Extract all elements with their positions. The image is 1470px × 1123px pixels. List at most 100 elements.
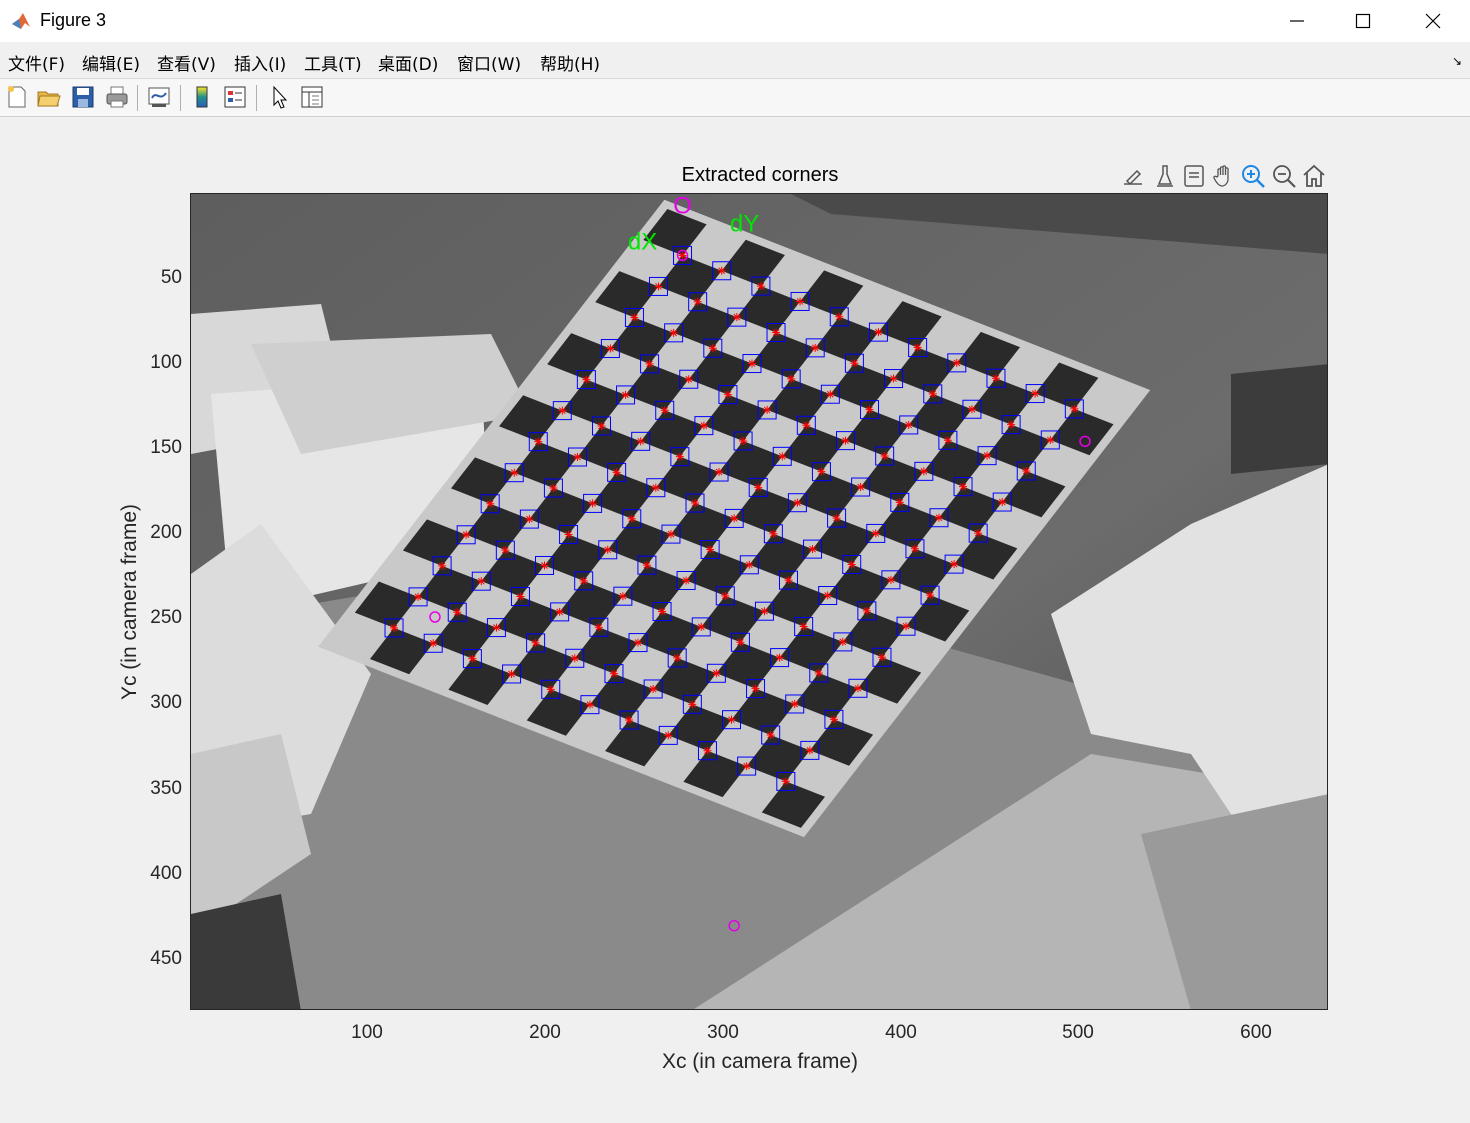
legend-icon[interactable] (222, 84, 248, 110)
corner-marker (814, 668, 823, 677)
menu-tools[interactable]: 工具(T) (304, 50, 362, 75)
corner-marker (808, 545, 817, 554)
corner-marker (736, 638, 745, 647)
corner-marker (570, 654, 579, 663)
corner-marker (862, 606, 871, 615)
corner-marker (766, 731, 775, 740)
xtick-label: 300 (707, 1022, 739, 1043)
corner-marker (723, 390, 732, 399)
corner-marker (492, 623, 501, 632)
restore-view-icon[interactable] (1181, 162, 1207, 190)
corner-marker (754, 483, 763, 492)
property-inspector-icon[interactable] (299, 84, 325, 110)
corner-marker (877, 653, 886, 662)
corner-marker (468, 654, 477, 663)
corner-marker (585, 700, 594, 709)
edit-pointer-icon[interactable] (266, 84, 292, 110)
corner-marker (429, 639, 438, 648)
corner-marker (775, 653, 784, 662)
corner-marker (880, 451, 889, 460)
minimize-button[interactable] (1262, 0, 1332, 42)
corner-marker (742, 762, 751, 771)
corner-marker (1007, 420, 1016, 429)
dock-arrow-icon[interactable]: ↘ (1452, 54, 1462, 68)
corner-marker (784, 576, 793, 585)
corner-marker (745, 560, 754, 569)
corner-marker (693, 297, 702, 306)
menu-file[interactable]: 文件(F) (8, 50, 65, 75)
corner-marker (715, 468, 724, 477)
corner-marker (850, 359, 859, 368)
zoom-out-icon[interactable] (1271, 162, 1297, 190)
corner-marker (919, 467, 928, 476)
ytick-label: 100 (150, 352, 182, 373)
corner-marker (910, 544, 919, 553)
print-icon[interactable] (104, 84, 130, 110)
close-button[interactable] (1398, 0, 1468, 42)
corner-marker (658, 607, 667, 616)
menu-insert[interactable]: 插入(I) (234, 50, 286, 75)
menu-desktop[interactable]: 桌面(D) (378, 50, 438, 75)
corner-marker (453, 608, 462, 617)
corner-marker (645, 359, 654, 368)
ytick-label: 400 (150, 863, 182, 884)
menu-help[interactable]: 帮助(H) (540, 50, 600, 75)
corner-marker (609, 669, 618, 678)
corner-marker (943, 436, 952, 445)
corner-marker (802, 421, 811, 430)
colorbar-icon[interactable] (189, 84, 215, 110)
corner-marker (772, 328, 781, 337)
corner-marker (838, 637, 847, 646)
corner-marker (618, 592, 627, 601)
corner-marker (811, 343, 820, 352)
corner-marker (664, 731, 673, 740)
corner-marker (612, 468, 621, 477)
corner-marker (787, 374, 796, 383)
corner-marker (926, 591, 935, 600)
xtick-label: 200 (529, 1022, 561, 1043)
menu-window[interactable]: 窗口(W) (457, 50, 521, 75)
zoom-in-icon[interactable] (1240, 162, 1266, 190)
corner-marker (769, 529, 778, 538)
corner-marker (603, 545, 612, 554)
menu-view[interactable]: 查看(V) (157, 50, 216, 75)
corner-marker (730, 514, 739, 523)
open-icon[interactable] (36, 84, 62, 110)
close-icon (1425, 13, 1441, 29)
corner-marker (823, 591, 832, 600)
corner-marker (889, 374, 898, 383)
corner-marker (727, 715, 736, 724)
minimize-icon (1290, 20, 1304, 22)
corner-marker (1046, 435, 1055, 444)
corner-marker (564, 530, 573, 539)
corner-marker (555, 607, 564, 616)
corner-marker (747, 359, 756, 368)
new-figure-icon[interactable] (4, 84, 30, 110)
corner-marker (684, 375, 693, 384)
corner-marker (531, 638, 540, 647)
brush-icon[interactable] (1120, 162, 1146, 190)
corner-marker (682, 576, 691, 585)
home-icon[interactable] (1301, 162, 1327, 190)
corner-marker (688, 700, 697, 709)
menu-bar: 文件(F) 编辑(E) 查看(V) 插入(I) 工具(T) 桌面(D) 窗口(W… (0, 42, 1470, 79)
data-cursor-icon[interactable] (1151, 162, 1177, 190)
maximize-button[interactable] (1328, 0, 1398, 42)
corner-marker (390, 623, 399, 632)
corner-marker (708, 344, 717, 353)
link-plot-icon[interactable] (146, 84, 172, 110)
corner-marker (462, 530, 471, 539)
corner-marker (928, 389, 937, 398)
pan-icon[interactable] (1211, 162, 1237, 190)
corner-marker (573, 453, 582, 462)
corner-marker (751, 684, 760, 693)
y-axis-label: Yc (in camera frame) (118, 503, 141, 701)
corner-marker (717, 266, 726, 275)
save-icon[interactable] (70, 84, 96, 110)
corner-marker (856, 483, 865, 492)
corner-marker (790, 699, 799, 708)
image-axes[interactable]: OdX dY (190, 193, 1328, 1010)
menu-edit[interactable]: 编辑(E) (82, 50, 140, 75)
corner-marker (582, 375, 591, 384)
corner-marker (549, 484, 558, 493)
